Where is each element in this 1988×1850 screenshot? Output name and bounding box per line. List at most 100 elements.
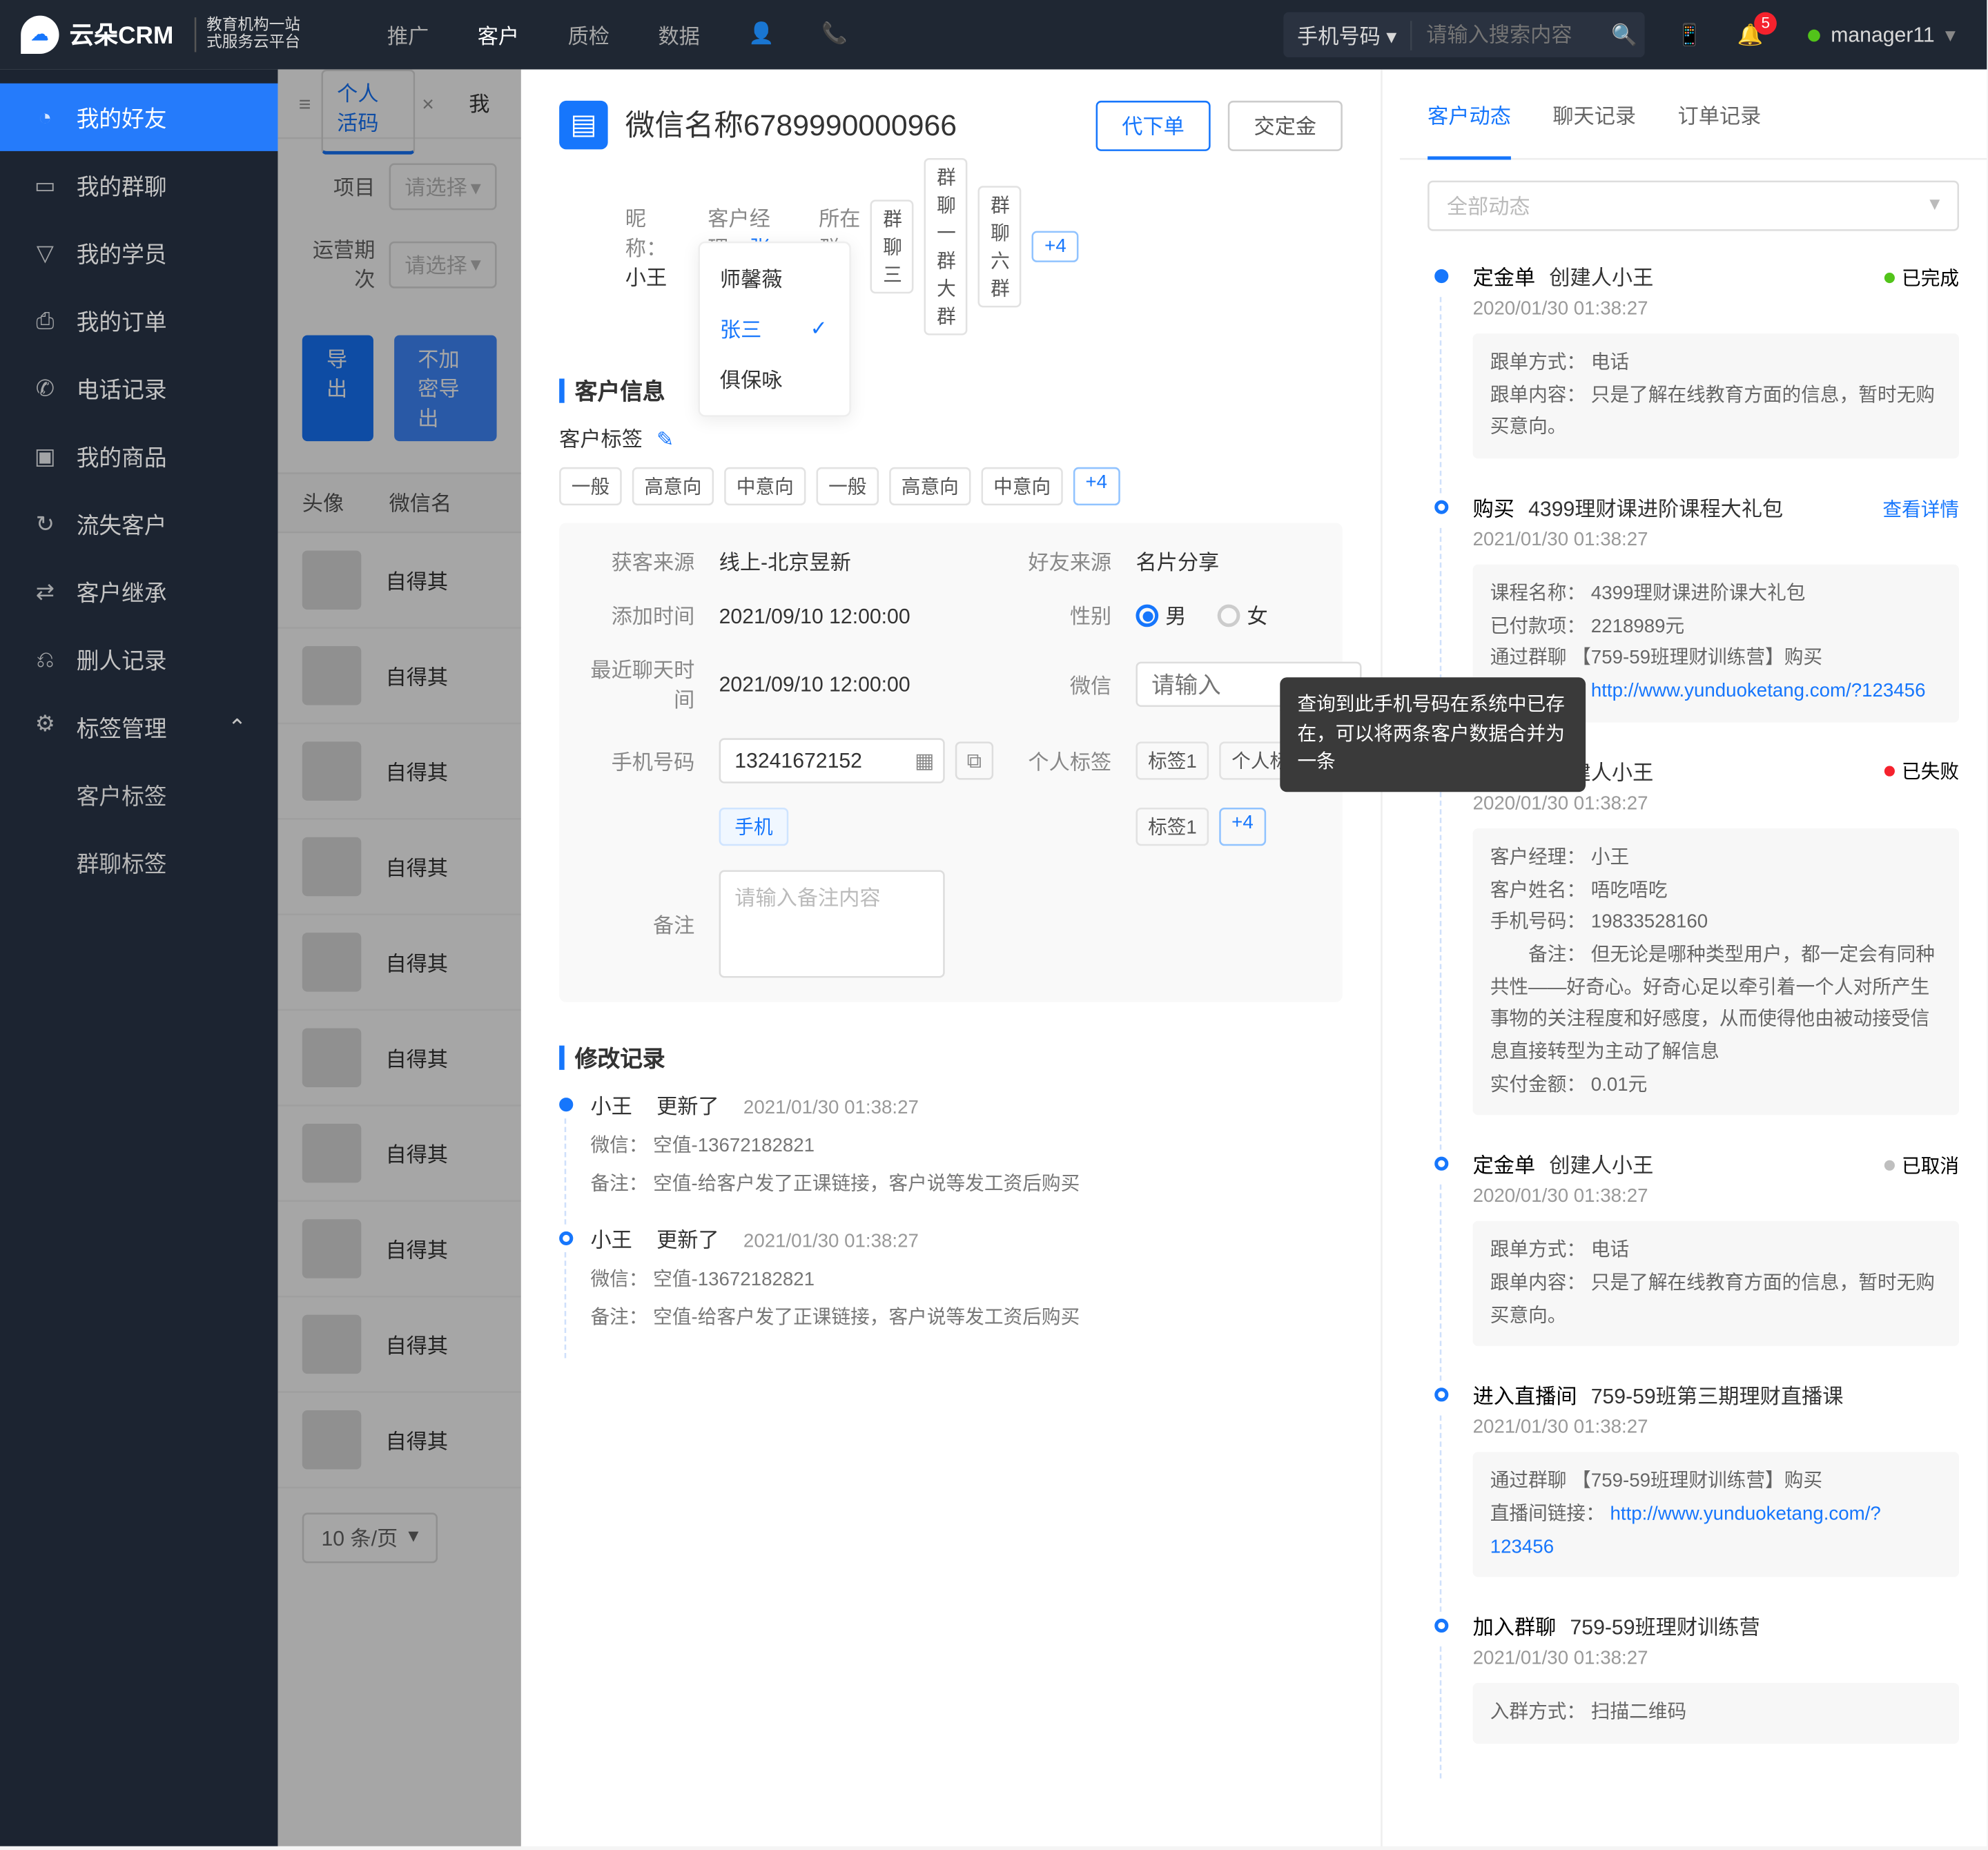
friend-source-value: 名片分享 — [1136, 547, 1361, 577]
mgr-option[interactable]: 张三✓ — [699, 303, 848, 353]
activity-item: 定金单创建人小王已取消 2020/01/30 01:38:27 跟单方式： 电话… — [1434, 1150, 1959, 1381]
search-type-select[interactable]: 手机号码 ▾ — [1283, 20, 1412, 50]
side-products[interactable]: ▣我的商品 — [0, 422, 278, 489]
gender-female[interactable]: 女 — [1218, 601, 1268, 631]
user-menu[interactable]: manager11 ▾ — [1777, 23, 1987, 47]
mgr-option[interactable]: 师馨薇 — [699, 253, 848, 303]
side-calls[interactable]: ✆电话记录 — [0, 354, 278, 422]
timeline-dot-icon — [1434, 1619, 1448, 1633]
tag-more[interactable]: +4 — [1073, 467, 1120, 505]
contacts-icon[interactable]: ▦ — [915, 748, 935, 772]
sidebar: ◔我的好友 ▭我的群聊 ▽我的学员 ⎙我的订单 ✆电话记录 ▣我的商品 ↻流失客… — [0, 70, 278, 1847]
activity-tab[interactable]: 客户动态 — [1427, 101, 1511, 160]
trash-icon: ⎌ — [31, 645, 59, 673]
activity-filter-select[interactable]: 全部动态▾ — [1427, 181, 1959, 231]
activity-tab[interactable]: 订单记录 — [1678, 101, 1762, 144]
activity-item: 定金单创建人小王已完成 2020/01/30 01:38:27 跟单方式： 电话… — [1434, 262, 1959, 494]
group-more[interactable]: +4 — [1033, 231, 1079, 262]
tag[interactable]: 中意向 — [724, 467, 806, 505]
mgr-option[interactable]: 俱保咏 — [699, 353, 848, 404]
source-value: 线上-北京昱新 — [719, 547, 994, 577]
customer-title: 微信名称6789990000966 — [625, 101, 1079, 144]
call-icon: ✆ — [31, 374, 59, 402]
bell-icon[interactable]: 🔔 — [1737, 23, 1763, 47]
gender-male[interactable]: 男 — [1136, 601, 1186, 631]
edit-icon[interactable]: ✎ — [656, 427, 674, 451]
section-info-title: 客户信息 — [559, 373, 1343, 407]
customer-tags: 一般 高意向 中意向 一般 高意向 中意向 +4 — [559, 467, 1343, 505]
activity-tabs: 客户动态 聊天记录 订单记录 — [1400, 101, 1987, 160]
memo-input[interactable]: 请输入备注内容 — [719, 870, 945, 978]
copy-icon[interactable]: ⧉ — [955, 741, 993, 779]
order-button[interactable]: 代下单 — [1096, 101, 1211, 151]
deposit-button[interactable]: 交定金 — [1228, 101, 1343, 151]
add-time-value: 2021/09/10 12:00:00 — [719, 603, 994, 627]
side-lost[interactable]: ↻流失客户 — [0, 490, 278, 558]
detail-panel: ▤ 微信名称6789990000966 昵称：小王 客户经理：张三 ▴ 师馨薇 … — [521, 70, 1381, 1847]
mobile-icon[interactable]: 📱 — [1677, 23, 1703, 47]
tag[interactable]: 一般 — [817, 467, 879, 505]
activity-item: 报名单创建人小王已失败 2020/01/30 01:38:27 客户经理： 小王… — [1434, 757, 1959, 1151]
last-chat-value: 2021/09/10 12:00:00 — [719, 672, 994, 697]
activity-item: 加入群聊759-59班理财训练营 2021/01/30 01:38:27 入群方… — [1434, 1613, 1959, 1779]
detail-link[interactable]: 查看详情 — [1882, 494, 1959, 522]
top-nav: 推广 客户 质检 数据 👤 📞 — [321, 20, 846, 50]
phone-icon[interactable]: 📞 — [821, 20, 846, 50]
group-icon: ▭ — [31, 171, 59, 199]
manager-select[interactable]: 客户经理：张三 ▴ 师馨薇 张三✓ 俱保咏 — [708, 202, 788, 291]
clock-icon: ◔ — [31, 104, 59, 130]
personal-tag-more[interactable]: +4 — [1220, 808, 1266, 846]
side-inherit[interactable]: ⇄客户继承 — [0, 558, 278, 625]
nav-promo[interactable]: 推广 — [387, 20, 429, 50]
chevron-up-icon: ⌃ — [228, 713, 246, 741]
tag[interactable]: 高意向 — [632, 467, 714, 505]
tag[interactable]: 高意向 — [889, 467, 971, 505]
timeline-dot-icon — [1434, 1388, 1448, 1402]
timeline-dot-icon — [559, 1231, 573, 1245]
side-sub-group-tag[interactable]: 群聊标签 — [0, 828, 278, 896]
phone-duplicate-tooltip: 查询到此手机号码在系统中已存在，可以将两条客户数据合并为一条 — [1280, 677, 1586, 791]
timeline-dot-icon — [1434, 500, 1448, 514]
tag-icon: ⚙ — [31, 710, 59, 743]
personal-tag[interactable]: 标签1 — [1136, 808, 1209, 846]
order-icon: ⎙ — [31, 306, 59, 334]
side-groups[interactable]: ▭我的群聊 — [0, 151, 278, 219]
phone-input[interactable]: 13241672152 — [719, 738, 945, 783]
check-icon: ✓ — [810, 316, 828, 340]
gender-radio: 男 女 — [1136, 601, 1361, 631]
phone-tag[interactable]: 手机 — [719, 808, 789, 846]
nav-qc[interactable]: 质检 — [568, 20, 610, 50]
search-icon[interactable]: 🔍 — [1604, 23, 1645, 47]
contact-icon: ▤ — [559, 101, 607, 149]
tag[interactable]: 中意向 — [982, 467, 1063, 505]
timeline-dot-icon — [1434, 269, 1448, 283]
logo: ☁ 云朵CRM 教育机构一站式服务云平台 — [0, 16, 321, 54]
search-input[interactable] — [1412, 23, 1604, 47]
group-tag[interactable]: 群聊三 — [871, 199, 915, 293]
user-icon[interactable]: 👤 — [748, 20, 772, 50]
log-item: 小王更新了2021/01/30 01:38:27 微信： 空值-13672182… — [559, 1225, 1343, 1359]
personal-tag[interactable]: 标签1 — [1136, 741, 1209, 779]
box-icon: ▣ — [31, 442, 59, 469]
side-tags[interactable]: ⚙标签管理⌃ — [0, 693, 278, 761]
nav-customer[interactable]: 客户 — [478, 20, 519, 50]
activity-tab[interactable]: 聊天记录 — [1552, 101, 1636, 144]
chevron-down-icon: ▾ — [1945, 23, 1956, 47]
side-students[interactable]: ▽我的学员 — [0, 219, 278, 286]
panel-overlay[interactable] — [278, 70, 521, 1847]
info-grid: 获客来源线上-北京昱新 好友来源名片分享 添加时间2021/09/10 12:0… — [559, 523, 1343, 1002]
side-deleted[interactable]: ⎌删人记录 — [0, 625, 278, 693]
manager-dropdown: 师馨薇 张三✓ 俱保咏 — [697, 240, 850, 416]
side-friends[interactable]: ◔我的好友 — [0, 84, 278, 151]
side-orders[interactable]: ⎙我的订单 — [0, 286, 278, 354]
group-tag[interactable]: 群聊一群大群 — [925, 158, 968, 335]
nav-data[interactable]: 数据 — [658, 20, 699, 50]
group-tag[interactable]: 群聊六群 — [979, 186, 1022, 307]
side-sub-customer-tag[interactable]: 客户标签 — [0, 761, 278, 828]
filter-icon: ▽ — [31, 239, 59, 266]
activity-item: 进入直播间759-59班第三期理财直播课 2021/01/30 01:38:27… — [1434, 1381, 1959, 1613]
flow-icon: ↻ — [31, 509, 59, 537]
tag[interactable]: 一般 — [559, 467, 622, 505]
chevron-down-icon: ▾ — [1929, 191, 1940, 221]
activity-panel: 客户动态 聊天记录 订单记录 全部动态▾ 定金单创建人小王已完成 2020/01… — [1381, 70, 1987, 1847]
